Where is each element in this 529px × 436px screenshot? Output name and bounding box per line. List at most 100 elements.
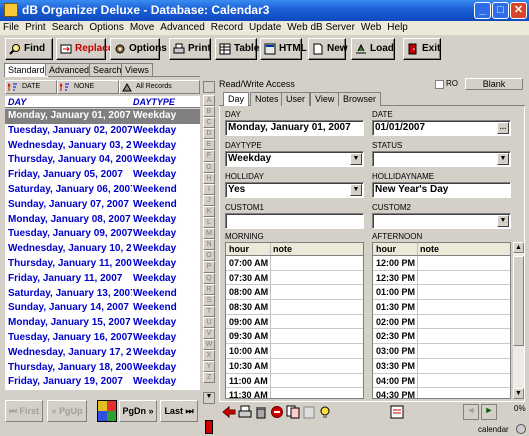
list-item[interactable]: Tuesday, January 16, 2007 Weekday [5, 331, 200, 346]
exit-button[interactable]: Exit [403, 38, 441, 60]
table-button[interactable]: Table [215, 38, 259, 60]
alphabet-letter[interactable]: P [203, 261, 215, 273]
list-item[interactable]: Wednesday, January 17, 20 Weekday [5, 346, 200, 361]
alphabet-letter[interactable]: R [203, 283, 215, 295]
tab-user[interactable]: User [281, 92, 311, 106]
day-field[interactable]: Monday, January 01, 2007 [225, 120, 364, 136]
chevron-down-icon[interactable]: ▼ [350, 153, 362, 165]
menu-web-db-server[interactable]: Web dB Server [284, 21, 358, 33]
alphabet-letter[interactable]: I [203, 183, 215, 195]
table-row[interactable]: 12:30 PM [373, 270, 510, 286]
list-item[interactable]: Thursday, January 11, 2007 Weekday [5, 257, 200, 272]
table-row[interactable]: 07:30 AM [226, 270, 363, 286]
list-item[interactable]: Wednesday, January 10, 20 Weekday [5, 242, 200, 257]
menu-search[interactable]: Search [49, 21, 87, 33]
table-row[interactable]: 03:30 PM [373, 358, 510, 374]
tab-view[interactable]: View [310, 92, 340, 106]
html-button[interactable]: HTML [260, 38, 307, 60]
table-row[interactable]: 10:00 AM [226, 344, 363, 359]
list-item[interactable]: Monday, January 01, 2007 Weekday [5, 109, 200, 124]
alphabet-scroll-down[interactable]: ▼ [203, 392, 215, 404]
table-row[interactable]: 04:30 PM [373, 388, 510, 398]
list-item[interactable]: Tuesday, January 09, 2007 Weekday [5, 227, 200, 242]
pgup-button[interactable]: « PgUp [47, 400, 87, 422]
list-item[interactable]: Saturday, January 06, 2007 Weekend [5, 183, 200, 198]
back-arrow-icon[interactable] [222, 405, 236, 419]
list-item[interactable]: Tuesday, January 02, 2007 Weekday [5, 124, 200, 139]
alphabet-letter[interactable]: L [203, 217, 215, 229]
list-item[interactable]: Wednesday, January 03, 20 Weekday [5, 139, 200, 154]
list-item[interactable]: Friday, January 05, 2007 Weekday [5, 168, 200, 183]
alphabet-letter[interactable]: T [203, 305, 215, 317]
first-button[interactable]: ⏮ First [5, 400, 43, 422]
menu-advanced[interactable]: Advanced [157, 21, 207, 33]
alphabet-letter[interactable]: A [203, 95, 215, 107]
alphabet-letter[interactable]: Z [203, 372, 215, 384]
alphabet-letter[interactable]: Q [203, 272, 215, 284]
copy-record-icon[interactable] [286, 405, 300, 419]
date-field[interactable]: 01/01/2007… [372, 120, 511, 136]
report-icon[interactable] [390, 405, 404, 419]
options-button[interactable]: Options [110, 38, 167, 60]
alphabet-letter[interactable]: U [203, 316, 215, 328]
menu-move[interactable]: Move [127, 21, 157, 33]
alphabet-letter[interactable]: N [203, 239, 215, 251]
table-row[interactable]: 08:30 AM [226, 300, 363, 315]
daytype-select[interactable]: Weekday ▼ [225, 151, 364, 167]
scroll-thumb[interactable] [513, 256, 524, 346]
chevron-down-icon[interactable]: ▼ [497, 153, 509, 165]
menu-web[interactable]: Web [358, 21, 384, 33]
minimize-button[interactable]: _ [474, 2, 491, 19]
table-row[interactable]: 02:00 PM [373, 314, 510, 330]
afternoon-note-header[interactable]: note [420, 244, 439, 254]
list-item[interactable]: Sunday, January 14, 2007 Weekend [5, 301, 200, 316]
colors-icon[interactable] [97, 400, 117, 422]
menu-file[interactable]: File [0, 21, 22, 33]
alphabet-letter[interactable]: E [203, 139, 215, 151]
sort-date-button[interactable]: DATE [5, 80, 57, 94]
alphabet-letter[interactable]: G [203, 161, 215, 173]
paste-record-icon[interactable] [302, 405, 316, 419]
ro-checkbox[interactable] [435, 80, 444, 89]
chevron-down-icon[interactable]: ▼ [497, 215, 509, 227]
table-row[interactable]: 09:00 AM [226, 314, 363, 330]
tab-browser[interactable]: Browser [338, 92, 382, 106]
table-row[interactable]: 11:30 AM [226, 388, 363, 398]
list-item[interactable]: Sunday, January 07, 2007 Weekend [5, 198, 200, 213]
tab-standard[interactable]: Standard [4, 63, 49, 77]
alphabet-letter[interactable]: H [203, 172, 215, 184]
printer-icon[interactable] [238, 405, 252, 419]
list-item[interactable]: Friday, January 11, 2007 Weekday [5, 272, 200, 287]
trash-icon[interactable] [254, 405, 268, 419]
pgdn-button[interactable]: PgDn » [119, 400, 157, 422]
print-button[interactable]: Print [169, 38, 211, 60]
alphabet-letter[interactable]: O [203, 250, 215, 262]
alphabet-letter[interactable]: B [203, 106, 215, 118]
last-button[interactable]: Last ⏭ [160, 400, 198, 422]
tab-advanced[interactable]: Advanced [45, 63, 94, 76]
list-item[interactable]: Saturday, January 13, 2007 Weekend [5, 287, 200, 302]
alphabet-letter[interactable]: C [203, 117, 215, 129]
menu-record[interactable]: Record [208, 21, 246, 33]
alphabet-letter[interactable]: D [203, 128, 215, 140]
table-row[interactable]: 02:30 PM [373, 329, 510, 345]
close-button[interactable]: ✕ [510, 2, 527, 19]
list-item[interactable]: Monday, January 15, 2007 Weekday [5, 316, 200, 331]
alphabet-letter[interactable]: W [203, 339, 215, 351]
list-item[interactable]: Thursday, January 18, 2007 Weekday [5, 361, 200, 376]
menu-options[interactable]: Options [86, 21, 126, 33]
list-header-daytype[interactable]: DAYTYPE [133, 97, 175, 107]
alphabet-letter[interactable]: F [203, 150, 215, 162]
table-row[interactable]: 10:30 AM [226, 358, 363, 374]
menu-print[interactable]: Print [22, 21, 49, 33]
morning-hour-header[interactable]: hour [229, 244, 249, 254]
alphabet-letter[interactable]: M [203, 228, 215, 240]
new-button[interactable]: New [308, 38, 348, 60]
afternoon-hour-header[interactable]: hour [376, 244, 396, 254]
morning-note-header[interactable]: note [273, 244, 292, 254]
list-item[interactable]: Friday, January 19, 2007 Weekday [5, 375, 200, 390]
scroll-down-arrow[interactable]: ▼ [513, 388, 524, 399]
table-row[interactable]: 09:30 AM [226, 329, 363, 345]
tab-views[interactable]: Views [121, 63, 153, 76]
alphabet-letter[interactable]: X [203, 350, 215, 362]
